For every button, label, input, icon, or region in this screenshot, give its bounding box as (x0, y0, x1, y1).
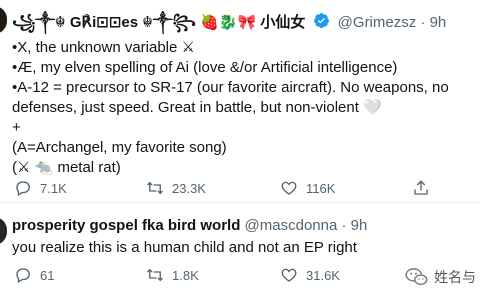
reply-icon (16, 181, 30, 196)
tweet-line: •X, the unknown variable ⚔ (12, 39, 195, 56)
tweet-body: you realize this is a human child and no… (12, 238, 470, 258)
reply-button[interactable]: 7.1K (14, 178, 67, 198)
avatar[interactable] (0, 6, 7, 34)
heart-icon (281, 181, 297, 195)
watermark-text: 姓名与 (434, 269, 476, 285)
wechat-icon (405, 268, 428, 286)
tweet-header: prosperity gospel fka bird world @mascdo… (12, 217, 367, 235)
retweet-icon (147, 181, 163, 195)
name-emoji: 🍓🐉🎀 (200, 13, 257, 31)
timestamp[interactable]: 9h (430, 14, 447, 31)
tweet-mascdonna[interactable]: prosperity gospel fka bird world @mascdo… (0, 203, 480, 300)
watermark: 姓名与 (404, 264, 476, 290)
tweet-line: •A-12 = precursor to SR-17 (our favorite… (12, 79, 449, 96)
retweet-count: 1.8K (172, 267, 199, 283)
reply-button[interactable]: 61 (14, 265, 54, 285)
share-icon (414, 180, 428, 195)
reply-count: 61 (40, 267, 55, 283)
tweet-line: + (12, 119, 21, 136)
retweet-icon (147, 268, 163, 282)
tweet-line: you realize this is a human child and no… (12, 239, 357, 256)
like-button[interactable]: 116K (280, 178, 335, 198)
tweet-body: •X, the unknown variable ⚔ •Æ, my elven … (12, 38, 470, 178)
like-button[interactable]: 31.6K (280, 265, 340, 285)
handle[interactable]: @mascdonna (245, 217, 338, 234)
retweet-count: 23.3K (172, 180, 206, 196)
tweet-line: (⚔ 🐀 metal rat) (12, 159, 121, 176)
timestamp[interactable]: 9h (351, 217, 368, 234)
tweet-actions: 7.1K 23.3K 116K (0, 178, 480, 198)
like-count: 116K (306, 180, 336, 196)
retweet-button[interactable]: 1.8K (146, 265, 199, 285)
tweet-line: •Æ, my elven spelling of Ai (love &/or A… (12, 59, 398, 76)
display-name[interactable]: prosperity gospel fka bird world (12, 217, 240, 234)
verified-badge-icon (313, 12, 330, 34)
display-name-suffix[interactable]: 小仙女 (260, 14, 305, 31)
avatar[interactable] (0, 217, 7, 245)
separator-dot: · (420, 14, 430, 31)
like-count: 31.6K (306, 267, 340, 283)
retweet-button[interactable]: 23.3K (146, 178, 206, 198)
reply-count: 7.1K (40, 180, 67, 196)
tweet-header: ꧁༒☬ G℟i⊡⊡es ☬༒꧂ 🍓🐉🎀 小仙女 @Grimezsz · 9h (12, 12, 446, 34)
handle[interactable]: @Grimezsz (338, 14, 417, 31)
display-name[interactable]: ꧁༒☬ G℟i⊡⊡es ☬༒꧂ (12, 14, 196, 31)
tweet-line: (A=Archangel, my favorite song) (12, 139, 227, 156)
reply-icon (16, 268, 30, 283)
heart-icon (281, 268, 297, 282)
tweet-grimes[interactable]: ꧁༒☬ G℟i⊡⊡es ☬༒꧂ 🍓🐉🎀 小仙女 @Grimezsz · 9h •… (0, 0, 480, 200)
separator-dot: · (341, 217, 351, 234)
share-button[interactable] (412, 178, 438, 198)
tweet-line: defenses, just speed. Great in battle, b… (12, 99, 382, 116)
